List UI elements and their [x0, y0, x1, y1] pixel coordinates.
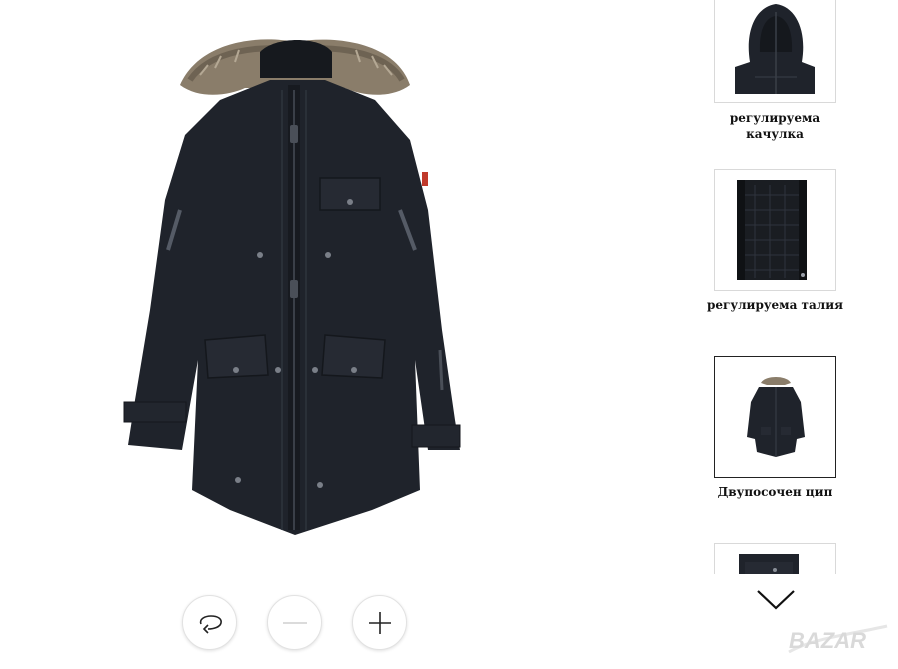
parka-jacket-image [123, 39, 461, 535]
main-product-image[interactable] [110, 30, 480, 550]
watermark-text: BAZAR [789, 628, 866, 653]
chevron-down-icon [757, 590, 795, 610]
thumbnail-label: Двупосочен цип [717, 485, 833, 499]
zoom-in-button[interactable] [352, 595, 407, 650]
thumbnail-label: регулируема талия [707, 298, 843, 312]
hood-detail-image [735, 4, 815, 94]
thumbnail-image-frame[interactable] [714, 543, 836, 574]
thumbnails-scroll-down-button[interactable] [755, 586, 797, 614]
thumbnail-list[interactable]: регулируема качулка регулируема талия Дв… [704, 0, 846, 574]
plus-icon [368, 611, 391, 634]
reset-view-button[interactable] [182, 595, 237, 650]
thumbnail-image-frame-active[interactable] [714, 356, 836, 478]
full-jacket-image [747, 377, 805, 457]
watermark-logo-icon: BAZAR [788, 624, 888, 654]
thumbnail-label: регулируема качулка [729, 111, 821, 141]
minus-icon [282, 621, 307, 624]
zoom-out-button[interactable] [267, 595, 322, 650]
rotate-reset-icon [199, 614, 222, 634]
bazar-watermark-logo: BAZAR [783, 612, 893, 662]
inner-lining-image [737, 180, 807, 280]
thumbnail-image-frame[interactable] [714, 169, 836, 291]
image-controls [182, 595, 412, 651]
pocket-detail-image [739, 554, 799, 574]
thumbnail-image-frame[interactable] [714, 0, 836, 103]
